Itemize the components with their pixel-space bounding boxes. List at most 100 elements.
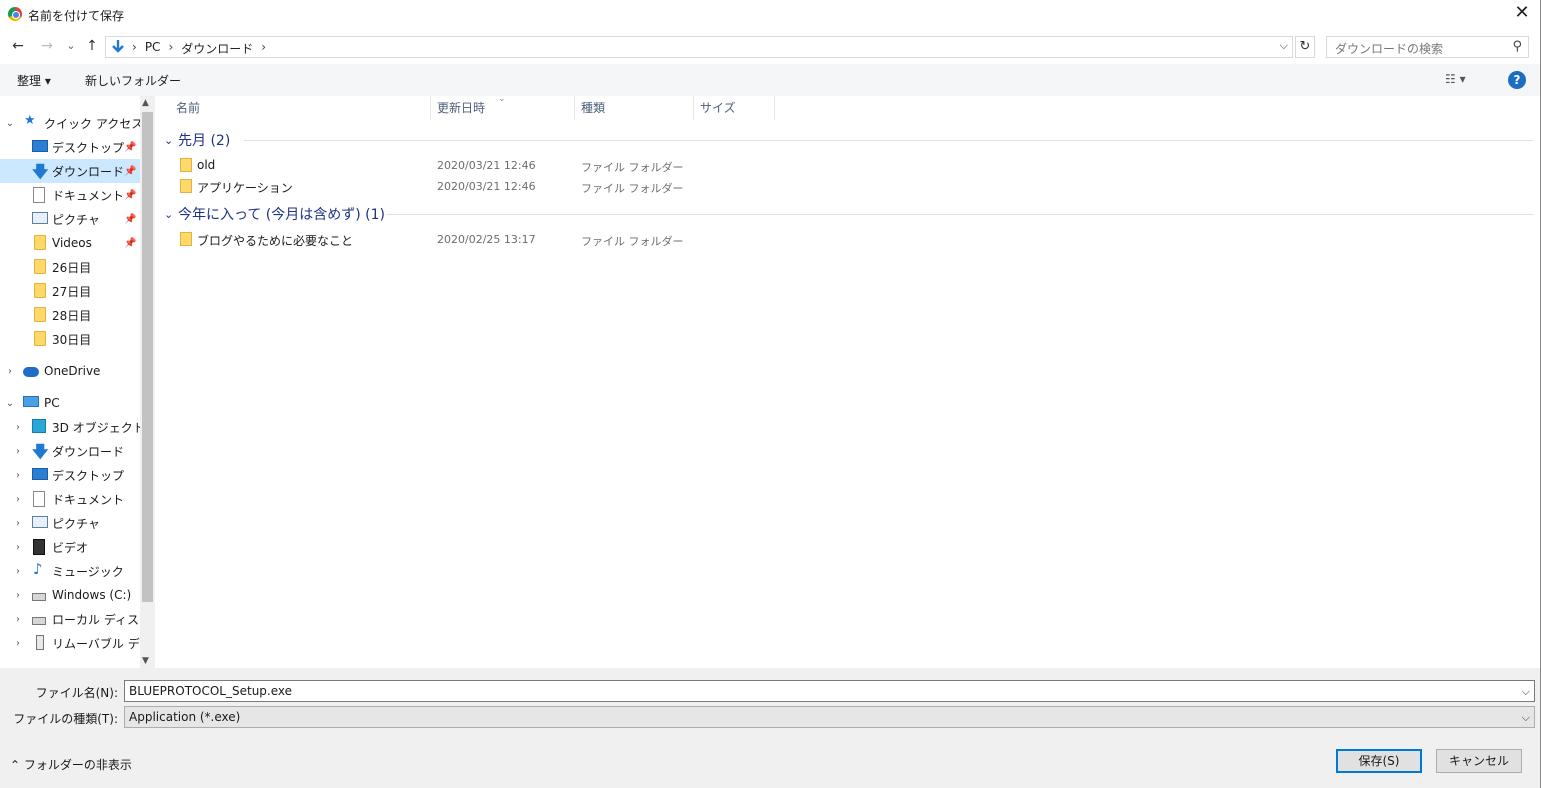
search-input[interactable]: ダウンロードの検索 ⚲ — [1326, 36, 1529, 58]
sidebar-item-pc-downloads[interactable]: › 🡇 ダウンロード — [0, 439, 140, 463]
column-header-name[interactable]: 名前 — [170, 96, 430, 120]
scroll-down-icon[interactable]: ▼ — [142, 656, 149, 666]
organize-menu-button[interactable]: 整理 ▾ — [17, 72, 51, 89]
sidebar-item-pc-desktop[interactable]: › デスクトップ — [0, 463, 140, 487]
address-history-chevron-icon[interactable]: ⌵ — [1280, 39, 1288, 53]
breadcrumb: › PC › ダウンロード › — [132, 40, 266, 57]
close-button[interactable]: ✕ — [1512, 4, 1532, 24]
search-icon: ⚲ — [1512, 39, 1522, 54]
back-button[interactable]: ← — [8, 36, 28, 56]
table-row[interactable]: アプリケーション 2020/03/21 12:46 ファイル フォルダー — [160, 176, 1530, 196]
expand-chevron-icon[interactable]: ⌄ — [4, 118, 16, 129]
sidebar-item-documents[interactable]: ドキュメント 📌 — [0, 183, 140, 207]
help-icon[interactable]: ? — [1508, 71, 1526, 89]
hide-folders-label: フォルダーの非表示 — [23, 758, 132, 772]
sidebar-item-videos[interactable]: Videos 📌 — [0, 231, 140, 255]
sidebar-item-pc-videos[interactable]: › ビデオ — [0, 535, 140, 559]
sidebar-item-pictures[interactable]: ピクチャ 📌 — [0, 207, 140, 231]
star-icon: ★ — [24, 113, 36, 128]
forward-button[interactable]: → — [37, 36, 57, 56]
table-row[interactable]: ブログやるために必要なこと 2020/02/25 13:17 ファイル フォルダ… — [160, 229, 1530, 249]
scrollbar-thumb[interactable] — [142, 112, 153, 602]
group-divider — [244, 140, 1534, 141]
expand-chevron-icon[interactable]: › — [12, 542, 24, 553]
expand-chevron-icon[interactable]: › — [12, 590, 24, 601]
sidebar-item-label: 28日目 — [52, 308, 92, 323]
chevron-down-icon[interactable]: ⌵ — [1522, 708, 1530, 728]
sidebar-item-label: ダウンロード — [52, 164, 125, 179]
sidebar-item-drive-c[interactable]: › Windows (C:) — [0, 583, 140, 607]
picture-icon — [32, 516, 48, 528]
sidebar-item-pc[interactable]: ⌄ PC — [0, 391, 140, 415]
cancel-button[interactable]: キャンセル — [1436, 749, 1522, 773]
file-date: 2020/03/21 12:46 — [437, 180, 536, 193]
navigation-pane: ⌄ ★ クイック アクセス デスクトップ 📌 🡇 ダウンロード 📌 ドキュメント… — [0, 96, 155, 668]
expand-chevron-icon[interactable]: › — [12, 518, 24, 529]
save-button[interactable]: 保存(S) — [1336, 749, 1422, 773]
hide-folders-button[interactable]: ⌃ フォルダーの非表示 — [10, 756, 132, 773]
column-header-modified[interactable]: 更新日時 — [431, 96, 574, 120]
new-folder-button[interactable]: 新しいフォルダー — [85, 72, 181, 89]
change-view-button[interactable]: ☷ ▾ — [1445, 72, 1466, 86]
group-header-last-month[interactable]: ⌄ 先月 (2) — [164, 129, 1534, 151]
sidebar-item-label: ミュージック — [52, 564, 124, 579]
sidebar-item-label: OneDrive — [44, 364, 101, 378]
expand-chevron-icon[interactable]: › — [12, 614, 24, 625]
expand-chevron-icon[interactable]: ⌄ — [4, 398, 16, 409]
expand-chevron-icon[interactable]: › — [4, 366, 16, 377]
sidebar-item-day26[interactable]: 26日目 — [0, 255, 140, 279]
breadcrumb-item-pc[interactable]: PC — [145, 40, 161, 57]
sidebar-item-desktop[interactable]: デスクトップ 📌 — [0, 135, 140, 159]
column-header-size[interactable]: サイズ — [694, 96, 774, 120]
group-divider — [386, 214, 1534, 215]
sidebar-item-pc-pictures[interactable]: › ピクチャ — [0, 511, 140, 535]
group-header-this-year[interactable]: ⌄ 今年に入って (今月は含めず) (1) — [164, 203, 1534, 225]
sidebar-item-label: ピクチャ — [52, 516, 100, 531]
sidebar-item-pc-music[interactable]: › ♪ ミュージック — [0, 559, 140, 583]
address-bar[interactable]: › PC › ダウンロード › ⌵ — [105, 36, 1293, 58]
file-date: 2020/03/21 12:46 — [437, 159, 536, 172]
sidebar-item-drive-d[interactable]: › ローカル ディスク (D — [0, 607, 140, 631]
save-options-panel: ファイル名(N): BLUEPROTOCOL_Setup.exe ⌵ ファイルの… — [0, 668, 1540, 788]
expand-chevron-icon[interactable]: › — [12, 470, 24, 481]
sidebar-item-3d-objects[interactable]: › 3D オブジェクト — [0, 415, 140, 439]
expand-chevron-icon[interactable]: › — [12, 638, 24, 649]
sidebar-item-label: 3D オブジェクト — [52, 420, 140, 435]
window-title: 名前を付けて保存 — [28, 9, 125, 23]
expand-chevron-icon[interactable]: › — [12, 446, 24, 457]
filename-label: ファイル名(N): — [35, 686, 118, 700]
up-button[interactable]: ↑ — [82, 36, 102, 56]
folder-icon — [34, 283, 46, 298]
sidebar-item-removable-disk[interactable]: › リムーバブル ディスク — [0, 631, 140, 655]
collapse-chevron-icon[interactable]: ⌄ — [164, 134, 178, 147]
scroll-up-icon[interactable]: ▲ — [142, 98, 149, 108]
table-row[interactable]: old 2020/03/21 12:46 ファイル フォルダー — [160, 155, 1530, 175]
breadcrumb-item-downloads[interactable]: ダウンロード — [181, 40, 253, 57]
filename-input[interactable]: BLUEPROTOCOL_Setup.exe ⌵ — [124, 680, 1535, 702]
collapse-chevron-icon[interactable]: ⌄ — [164, 208, 178, 221]
pin-icon: 📌 — [124, 189, 137, 201]
video-icon — [33, 539, 45, 555]
chevron-down-icon[interactable]: ⌵ — [1522, 682, 1530, 702]
column-header-type[interactable]: 種類 — [575, 96, 693, 120]
picture-icon — [32, 212, 48, 224]
folder-icon — [180, 179, 192, 193]
sidebar-item-downloads[interactable]: 🡇 ダウンロード 📌 — [0, 159, 140, 183]
expand-chevron-icon[interactable]: › — [12, 566, 24, 577]
search-placeholder: ダウンロードの検索 — [1335, 42, 1444, 56]
filetype-select[interactable]: Application (*.exe) ⌵ — [124, 706, 1535, 728]
column-divider[interactable] — [774, 96, 775, 120]
sidebar-item-onedrive[interactable]: › OneDrive — [0, 359, 140, 383]
sidebar-item-day28[interactable]: 28日目 — [0, 303, 140, 327]
sidebar-item-day27[interactable]: 27日目 — [0, 279, 140, 303]
sidebar-item-quick-access[interactable]: ⌄ ★ クイック アクセス — [0, 111, 140, 135]
sidebar-item-day30[interactable]: 30日目 — [0, 327, 140, 351]
expand-chevron-icon[interactable]: › — [12, 422, 24, 433]
chevron-up-icon: ⌃ — [10, 758, 21, 772]
refresh-button[interactable]: ↻ — [1295, 36, 1315, 58]
recent-locations-chevron-icon[interactable]: ⌄ — [61, 36, 81, 56]
command-bar: 整理 ▾ 新しいフォルダー ☷ ▾ ? — [0, 64, 1540, 96]
sidebar-item-pc-documents[interactable]: › ドキュメント — [0, 487, 140, 511]
sidebar-scrollbar[interactable]: ▲ ▼ — [140, 96, 155, 668]
expand-chevron-icon[interactable]: › — [12, 494, 24, 505]
